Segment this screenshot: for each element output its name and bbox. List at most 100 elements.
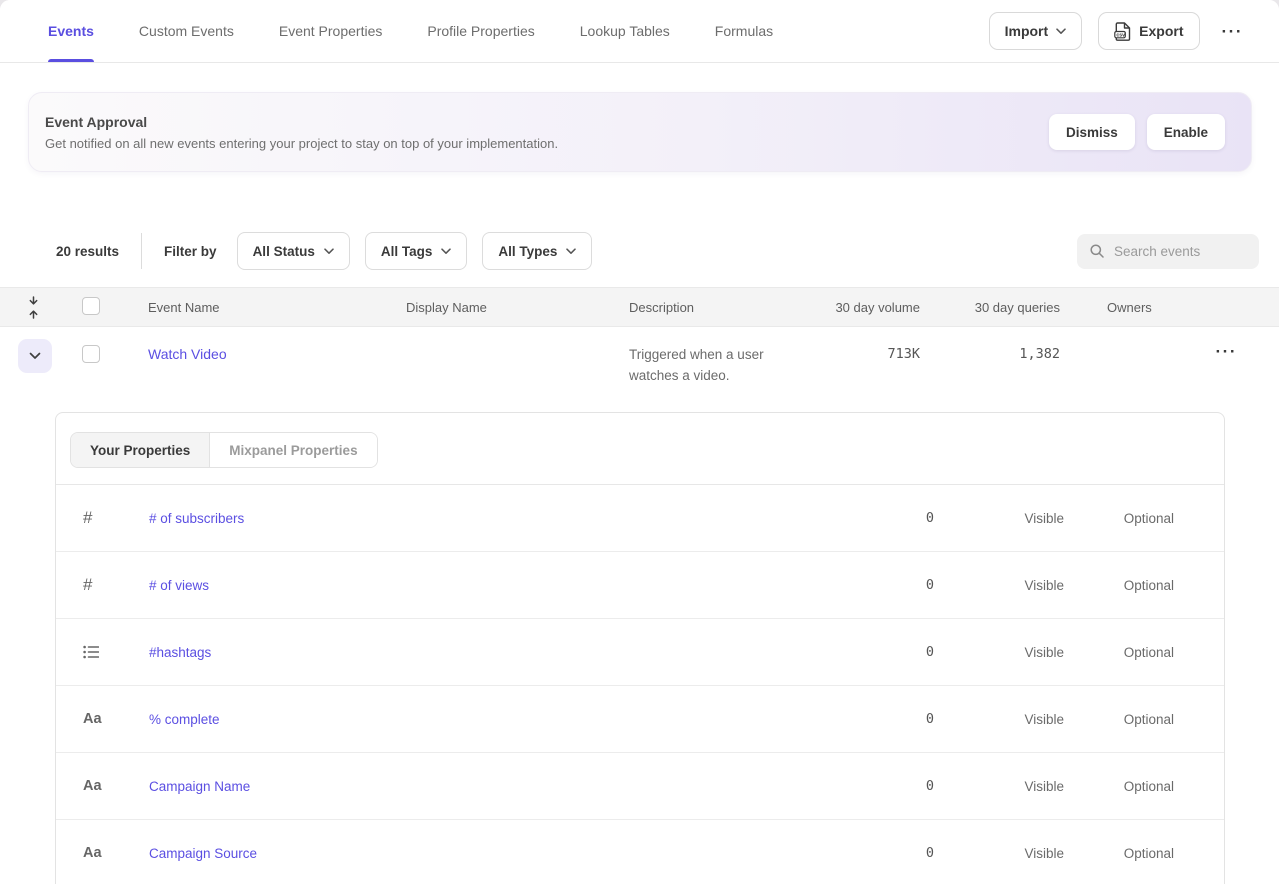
property-name-link[interactable]: Campaign Name [116,779,250,794]
property-row: #hashtags 0 Visible Optional [56,619,1224,686]
banner-title: Event Approval [45,114,558,130]
dismiss-button[interactable]: Dismiss [1049,114,1135,150]
tab-mixpanel-properties[interactable]: Mixpanel Properties [210,433,376,467]
tags-filter-label: All Tags [381,244,433,259]
types-filter-dropdown[interactable]: All Types [482,232,592,270]
col-event-name: Event Name [116,300,380,315]
event-row-watch-video: Watch Video Triggered when a user watche… [0,327,1279,412]
number-type-icon: # [56,575,116,595]
table-header-row: Event Name Display Name Description 30 d… [0,287,1279,327]
property-count: 0 [814,510,934,526]
event-approval-banner: Event Approval Get notified on all new e… [28,92,1252,172]
banner-actions: Dismiss Enable [1049,114,1225,150]
text-type-icon: Aa [56,845,116,861]
property-requirement: Optional [1064,846,1174,861]
tags-filter-dropdown[interactable]: All Tags [365,232,468,270]
property-visibility: Visible [934,712,1064,727]
import-label: Import [1005,23,1049,39]
tab-your-properties[interactable]: Your Properties [71,433,210,467]
list-type-icon [56,645,116,659]
select-all-checkbox[interactable] [82,297,100,315]
property-name-link[interactable]: #hashtags [116,645,211,660]
property-count: 0 [814,644,934,660]
tab-profile-properties[interactable]: Profile Properties [427,0,534,62]
collapse-vertical-icon [26,296,41,319]
number-type-icon: # [56,508,116,528]
tab-lookup-tables[interactable]: Lookup Tables [580,0,670,62]
property-visibility: Visible [934,779,1064,794]
property-requirement: Optional [1064,578,1174,593]
filter-by-label: Filter by [164,244,217,259]
property-row: Aa % complete 0 Visible Optional [56,686,1224,753]
search-input[interactable] [1114,244,1244,259]
divider [141,233,142,269]
status-filter-dropdown[interactable]: All Status [237,232,350,270]
search-icon [1089,243,1105,259]
search-box[interactable] [1077,234,1259,269]
event-description: Triggered when a user watches a video. [598,327,788,387]
event-name-link[interactable]: Watch Video [116,327,227,362]
chevron-down-icon [324,248,334,255]
collapse-row-button[interactable] [18,339,52,373]
tab-custom-events[interactable]: Custom Events [139,0,234,62]
property-count: 0 [814,778,934,794]
export-button[interactable]: csv Export [1098,12,1199,50]
col-30-day-volume: 30 day volume [788,300,920,315]
status-filter-label: All Status [253,244,315,259]
chevron-down-icon [441,248,451,255]
csv-file-icon: csv [1114,22,1131,41]
property-count: 0 [814,577,934,593]
svg-text:csv: csv [1117,32,1126,38]
property-count: 0 [814,845,934,861]
properties-panel: Your Properties Mixpanel Properties # # … [55,412,1225,884]
tab-formulas[interactable]: Formulas [715,0,773,62]
property-row: # # of views 0 Visible Optional [56,552,1224,619]
col-owners: Owners [1060,300,1180,315]
property-count: 0 [814,711,934,727]
property-name-link[interactable]: # of views [116,578,209,593]
tab-event-properties[interactable]: Event Properties [279,0,383,62]
export-label: Export [1139,23,1183,39]
property-requirement: Optional [1064,511,1174,526]
filter-bar: 20 results Filter by All Status All Tags… [0,232,1279,270]
types-filter-label: All Types [498,244,557,259]
top-actions: Import csv Export ··· [989,0,1249,62]
property-visibility: Visible [934,511,1064,526]
row-more-button[interactable]: ··· [1210,339,1243,364]
property-requirement: Optional [1064,712,1174,727]
property-name-link[interactable]: % complete [116,712,220,727]
property-row: Aa Campaign Source 0 Visible Optional [56,820,1224,884]
import-button[interactable]: Import [989,12,1083,50]
tab-events[interactable]: Events [48,0,94,62]
volume-value: 713K [788,327,920,362]
property-visibility: Visible [934,645,1064,660]
property-requirement: Optional [1064,779,1174,794]
text-type-icon: Aa [56,711,116,727]
col-30-day-queries: 30 day queries [920,300,1060,315]
col-display-name: Display Name [380,300,598,315]
property-name-link[interactable]: Campaign Source [116,846,257,861]
top-nav: Events Custom Events Event Properties Pr… [0,0,1279,63]
property-row: Aa Campaign Name 0 Visible Optional [56,753,1224,820]
chevron-down-icon [1056,28,1066,35]
panel-tabs: Your Properties Mixpanel Properties [56,413,1224,485]
banner-description: Get notified on all new events entering … [45,136,558,151]
queries-value: 1,382 [920,327,1060,362]
property-name-link[interactable]: # of subscribers [116,511,244,526]
results-count: 20 results [56,244,119,259]
property-visibility: Visible [934,578,1064,593]
property-requirement: Optional [1064,645,1174,660]
chevron-down-icon [566,248,576,255]
nav-tabs: Events Custom Events Event Properties Pr… [48,0,818,62]
row-checkbox[interactable] [82,345,100,363]
app-window: Events Custom Events Event Properties Pr… [0,0,1279,884]
more-options-button[interactable]: ··· [1216,19,1249,44]
property-row: # # of subscribers 0 Visible Optional [56,485,1224,552]
enable-button[interactable]: Enable [1147,114,1225,150]
chevron-down-icon [29,352,41,360]
property-visibility: Visible [934,846,1064,861]
collapse-all-button[interactable] [0,296,66,319]
text-type-icon: Aa [56,778,116,794]
col-description: Description [598,300,788,315]
banner-text: Event Approval Get notified on all new e… [45,114,558,151]
